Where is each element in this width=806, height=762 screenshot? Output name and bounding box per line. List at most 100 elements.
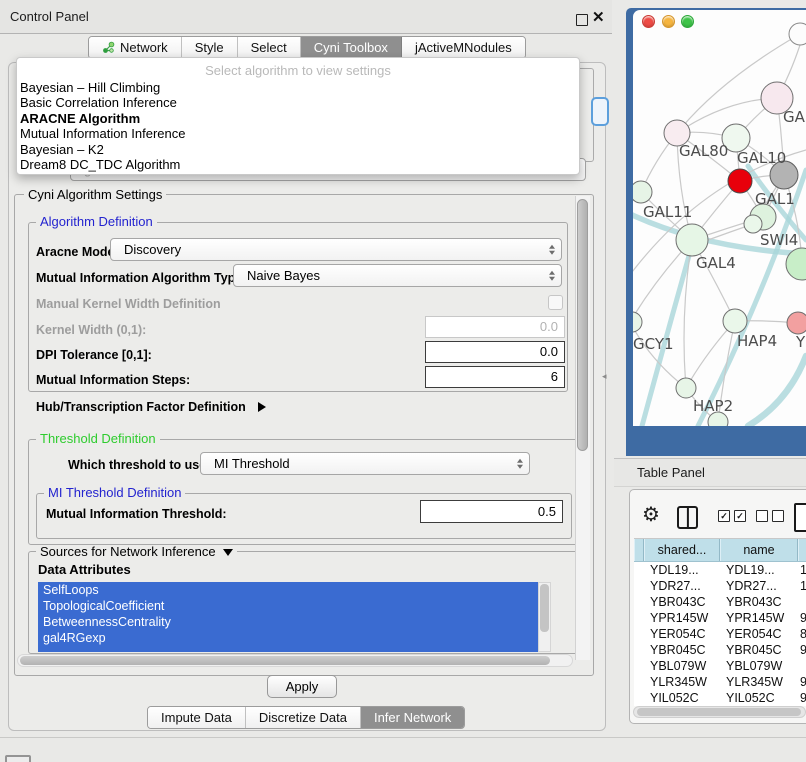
algorithm-option[interactable]: Basic Correlation Inference (17, 95, 579, 110)
node-label: GAL4 (696, 254, 736, 272)
tab-select[interactable]: Select (238, 37, 301, 58)
column-header[interactable] (634, 539, 644, 562)
aracne-mode-combo[interactable]: Discovery (110, 238, 562, 261)
algorithm-option[interactable]: Bayesian – Hill Climbing (17, 80, 579, 95)
tab-infer-network[interactable]: Infer Network (361, 707, 464, 728)
data-attributes-label: Data Attributes (38, 562, 131, 577)
algorithm-option[interactable]: Bayesian – K2 (17, 142, 579, 157)
algorithm-option[interactable]: Mutual Information Inference (17, 126, 579, 141)
table-cell: 12 (798, 578, 806, 594)
kernel-width-field[interactable]: 0.0 (425, 316, 565, 338)
tab-style[interactable]: Style (182, 37, 238, 58)
tab-jactivemnodules[interactable]: jActiveMNodules (402, 37, 525, 58)
mi-threshold-field[interactable]: 0.5 (420, 500, 563, 523)
algorithm-option[interactable]: ARACNE Algorithm (17, 111, 579, 126)
table-row[interactable]: YPR145WYPR145W9. (634, 610, 806, 626)
minimize-traffic-light-icon[interactable] (662, 15, 675, 28)
tab-label: Select (251, 40, 287, 55)
table-row[interactable]: YER054CYER054C8. (634, 626, 806, 642)
node-label: HAP2 (693, 397, 733, 415)
splitter-collapse-icon[interactable]: ◂ (602, 371, 607, 382)
new-table-icon[interactable] (794, 503, 806, 532)
table-body: YDL19...YDL19...13YDR27...YDR27...12YBR0… (634, 562, 806, 706)
network-node-hap2[interactable] (676, 378, 696, 398)
mi-algorithm-type-combo[interactable]: Naive Bayes (233, 264, 562, 287)
column-header[interactable]: shared... (644, 539, 720, 562)
mi-algorithm-type-label: Mutual Information Algorithm Type: (36, 271, 246, 285)
manual-kernel-width-label: Manual Kernel Width Definition (36, 297, 221, 311)
tab-label: Infer Network (374, 710, 451, 725)
tab-network[interactable]: Network (89, 37, 182, 58)
manual-kernel-width-checkbox[interactable] (548, 295, 563, 310)
zoom-traffic-light-icon[interactable] (681, 15, 694, 28)
table-cell: YIL052C (720, 690, 798, 706)
algorithm-definition-title: Algorithm Definition (36, 215, 157, 229)
table-row[interactable]: YBL079WYBL079W (634, 658, 806, 674)
dpi-tolerance-field[interactable]: 0.0 (425, 341, 565, 363)
column-header[interactable]: name (720, 539, 798, 562)
network-node-gal11[interactable] (633, 181, 652, 203)
network-node-gal4[interactable] (676, 224, 708, 256)
data-attribute-item[interactable]: BetweennessCentrality (38, 614, 538, 630)
docked-panel-icon[interactable] (5, 755, 31, 762)
node-label: GAL1 (755, 190, 795, 208)
which-threshold-combo[interactable]: MI Threshold (200, 452, 530, 475)
sources-title[interactable]: Sources for Network Inference (36, 545, 237, 559)
network-node-hap4[interactable] (723, 309, 747, 333)
node-label: HAP4 (737, 332, 777, 350)
table-horizontal-scrollbar-thumb[interactable] (637, 708, 801, 716)
network-node-gal1[interactable] (728, 169, 752, 193)
data-attribute-item[interactable]: TopologicalCoefficient (38, 598, 538, 614)
settings-horizontal-scrollbar-thumb[interactable] (20, 656, 550, 665)
node-label: GCY1 (633, 335, 674, 353)
column-header[interactable]: A (798, 539, 806, 562)
tab-impute-data[interactable]: Impute Data (148, 707, 246, 728)
network-view-window[interactable]: GALGAL80GAL10GAL1GAL11GAL4SWI4HAP4YGCY1H… (633, 10, 806, 426)
expand-right-icon[interactable] (258, 402, 266, 412)
mi-steps-field[interactable]: 6 (425, 366, 565, 388)
hide-unchecked-icon[interactable] (756, 510, 784, 522)
close-traffic-light-icon[interactable] (642, 15, 655, 28)
bottom-divider (0, 737, 806, 738)
hub-definition-text: Hub/Transcription Factor Definition (36, 400, 246, 414)
hub-definition-label[interactable]: Hub/Transcription Factor Definition (36, 400, 266, 414)
algorithm-option[interactable]: Dream8 DC_TDC Algorithm (17, 157, 579, 172)
data-attribute-item[interactable]: SelfLoops (38, 582, 538, 598)
mi-threshold-label: Mutual Information Threshold: (46, 507, 227, 521)
table-cell: YDL19... (644, 562, 720, 578)
tab-discretize-data[interactable]: Discretize Data (246, 707, 361, 728)
settings-vertical-scrollbar-thumb[interactable] (577, 199, 588, 451)
table-row[interactable]: YDL19...YDL19...13 (634, 562, 806, 578)
apply-button[interactable]: Apply (267, 675, 337, 698)
network-node[interactable] (789, 23, 806, 45)
network-canvas[interactable]: GALGAL80GAL10GAL1GAL11GAL4SWI4HAP4YGCY1H… (633, 10, 806, 426)
show-checked-icon[interactable]: ✓✓ (718, 510, 746, 522)
table-header-row: shared...nameA (634, 538, 806, 562)
table-row[interactable]: YLR345WYLR345W9. (634, 674, 806, 690)
control-panel-titlebar (0, 0, 612, 34)
table-row[interactable]: YBR045CYBR045C9. (634, 642, 806, 658)
aracne-mode-label: Aracne Mode: (36, 245, 119, 259)
table-cell: YPR145W (720, 610, 798, 626)
float-window-icon[interactable] (576, 14, 588, 26)
close-icon[interactable]: ✕ (592, 8, 605, 26)
network-node-gcy1[interactable] (633, 312, 642, 332)
columns-icon[interactable] (677, 506, 698, 529)
table-row[interactable]: YDR27...YDR27...12 (634, 578, 806, 594)
table-cell: YIL052C (644, 690, 720, 706)
table-cell (634, 594, 644, 610)
collapse-down-icon[interactable] (223, 549, 233, 556)
table-row[interactable]: YBR043CYBR043C (634, 594, 806, 610)
network-edge-highlighted[interactable] (748, 356, 806, 426)
tab-cyni-toolbox[interactable]: Cyni Toolbox (301, 37, 402, 58)
network-node-y[interactable] (787, 312, 806, 334)
table-cell: YDL19... (720, 562, 798, 578)
table-row[interactable]: YIL052CYIL052C9 (634, 690, 806, 706)
gear-icon[interactable]: ⚙ (642, 504, 660, 526)
table-cell (634, 658, 644, 674)
attribute-list-scrollbar-thumb[interactable] (540, 584, 549, 632)
table-cell: 9. (798, 610, 806, 626)
table-cell: 9. (798, 642, 806, 658)
data-attribute-item[interactable]: gal4RGexp (38, 630, 538, 646)
data-attribute-item-partial[interactable] (38, 646, 538, 652)
